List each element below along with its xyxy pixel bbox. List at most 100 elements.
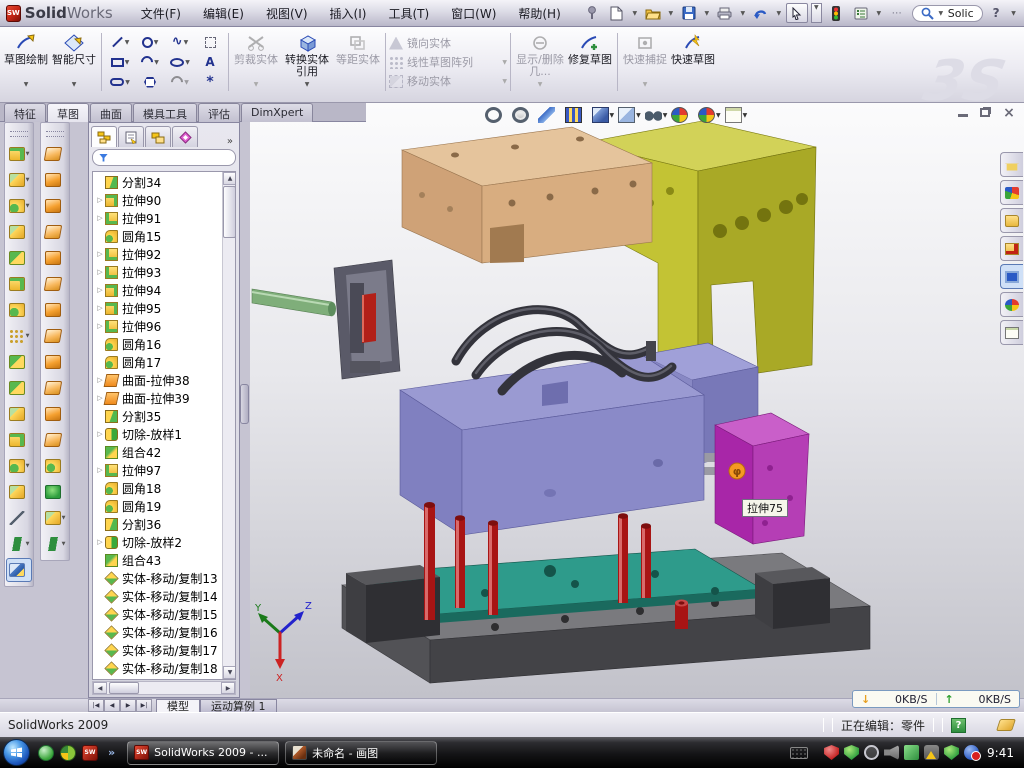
surfaces-toolbar-button[interactable]: ▼ (42, 194, 68, 218)
search-box[interactable]: ▼ Solic (912, 5, 983, 22)
select-box-tool[interactable] (195, 32, 225, 52)
expand-arrow-icon[interactable]: ▷ (95, 214, 105, 222)
feature-tree-item[interactable]: ▷ 圆角16 (93, 335, 222, 353)
surfaces-toolbar-button[interactable]: ▼ (42, 506, 68, 530)
feature-tree-item[interactable]: ▷ 实体-移动/复制16 (93, 623, 222, 641)
tab-nav-button[interactable]: ▶| (136, 699, 152, 712)
new-document-dropdown[interactable]: ▼ (631, 10, 639, 17)
tab-dimxpert-manager[interactable] (172, 126, 198, 147)
surfaces-toolbar-button[interactable]: ▼ (42, 532, 68, 556)
expand-arrow-icon[interactable]: ▷ (95, 196, 105, 204)
tab-nav-button[interactable]: ◀ (104, 699, 120, 712)
surfaces-toolbar-button[interactable]: ▼ (42, 324, 68, 348)
surfaces-toolbar-button[interactable]: ▼ (42, 220, 68, 244)
pin-toolbar-icon[interactable] (581, 3, 603, 23)
options-button[interactable] (850, 3, 872, 23)
ribbon-tab[interactable]: 草图 (47, 103, 89, 122)
messenger-icon[interactable] (38, 745, 54, 761)
tree-vertical-scrollbar[interactable]: ▲ ▼ (222, 172, 235, 679)
open-button[interactable] (642, 3, 664, 23)
feature-tree-item[interactable]: ▷ 分割34 (93, 173, 222, 191)
save-dropdown[interactable]: ▼ (703, 10, 711, 17)
scroll-down-button[interactable]: ▼ (223, 666, 236, 679)
volume-icon[interactable] (884, 745, 899, 760)
panel-overflow-button[interactable]: » (223, 136, 237, 147)
feature-tree-item[interactable]: ▷ 实体-移动/复制17 (93, 641, 222, 659)
feature-tree-item[interactable]: ▷ 拉伸97 (93, 461, 222, 479)
expand-arrow-icon[interactable]: ▷ (95, 268, 105, 276)
search-input[interactable]: Solic (948, 7, 974, 20)
headsup-button[interactable]: ▼ (671, 107, 694, 123)
traffic-light-icon[interactable] (825, 3, 847, 23)
feature-tree-item[interactable]: ▷ 实体-移动/复制18 (93, 659, 222, 677)
features-toolbar-button[interactable]: ▼ (6, 402, 32, 426)
features-toolbar-button[interactable]: ▼ (6, 480, 32, 504)
features-toolbar-button[interactable]: ▼ (6, 506, 32, 530)
feature-tree-item[interactable]: ▷ 分割35 (93, 407, 222, 425)
expand-arrow-icon[interactable]: ▷ (95, 250, 105, 258)
features-toolbar-button[interactable]: ▼ (6, 324, 32, 348)
task-pane-tab[interactable] (1000, 180, 1023, 205)
bottom-tab[interactable]: 运动算例 1 (200, 699, 277, 712)
features-toolbar-button[interactable]: ▼ (6, 350, 32, 374)
features-toolbar-button[interactable]: ▼ (6, 532, 32, 556)
rectangle-tool[interactable]: ▼ (105, 52, 135, 72)
feature-tree-item[interactable]: ▷ 切除-放样1 (93, 425, 222, 443)
feature-tree-item[interactable]: ▷ 实体-移动/复制15 (93, 605, 222, 623)
doc-minimize-button[interactable] (958, 108, 968, 117)
expand-arrow-icon[interactable]: ▷ (95, 538, 105, 546)
task-pane-tab[interactable] (1000, 264, 1023, 289)
features-toolbar-button[interactable]: ▼ (6, 428, 32, 452)
quick-tips-icon[interactable]: ? (951, 718, 966, 733)
expand-arrow-icon[interactable]: ▷ (95, 430, 105, 438)
features-toolbar-button[interactable]: ▼ (6, 376, 32, 400)
expand-arrow-icon[interactable]: ▷ (95, 304, 105, 312)
task-pane-tab[interactable] (1000, 152, 1023, 177)
sketch-text-tool[interactable]: A (195, 52, 225, 72)
surfaces-toolbar-button[interactable]: ▼ (42, 298, 68, 322)
task-pane-tab[interactable] (1000, 320, 1023, 345)
scroll-up-button[interactable]: ▲ (223, 172, 236, 185)
task-pane-tab[interactable] (1000, 292, 1023, 317)
spline-tool[interactable]: ∿▼ (165, 32, 195, 52)
tab-property-manager[interactable] (118, 126, 144, 147)
ribbon-tab[interactable]: 评估 (198, 103, 240, 122)
convert-entities-button[interactable]: 转换实体引用 ▼ (280, 30, 334, 94)
surfaces-toolbar-button[interactable]: ▼ (42, 168, 68, 192)
ribbon-tab[interactable]: 模具工具 (133, 103, 197, 122)
arc-tool[interactable]: ▼ (135, 52, 165, 72)
open-dropdown[interactable]: ▼ (667, 10, 675, 17)
network-icon[interactable] (904, 745, 919, 760)
taskbar-task-paint[interactable]: 未命名 - 画图 (285, 741, 437, 765)
start-button[interactable] (3, 739, 30, 766)
tab-nav-button[interactable]: ▶ (120, 699, 136, 712)
task-pane-tab[interactable] (1000, 236, 1023, 261)
tab-nav-button[interactable]: |◀ (88, 699, 104, 712)
doc-restore-button[interactable] (980, 108, 990, 117)
feature-tree-item[interactable]: ▷ 拉伸93 (93, 263, 222, 281)
sync-alert-icon[interactable] (964, 745, 979, 760)
taskbar-task-solidworks[interactable]: SW SolidWorks 2009 - ... (127, 741, 279, 765)
scroll-thumb[interactable] (223, 186, 236, 238)
features-toolbar-button[interactable]: ▼ (6, 454, 32, 478)
menu-item[interactable]: 窗口(W) (441, 2, 506, 25)
line-tool[interactable]: ▼ (105, 32, 135, 52)
network-warning-icon[interactable] (924, 745, 939, 760)
menu-item[interactable]: 编辑(E) (193, 2, 254, 25)
options-dropdown[interactable]: ▼ (875, 10, 883, 17)
ribbon-tab[interactable]: 曲面 (90, 103, 132, 122)
surfaces-toolbar-button[interactable]: ▼ (42, 480, 68, 504)
tab-feature-tree[interactable] (91, 126, 117, 147)
menu-item[interactable]: 工具(T) (378, 2, 439, 25)
headsup-button[interactable]: ▼ (565, 107, 588, 123)
offset-entities-button[interactable]: 等距实体 (334, 30, 382, 94)
undo-dropdown[interactable]: ▼ (775, 10, 783, 17)
headsup-button[interactable]: ▼ (618, 107, 641, 123)
circle-tool[interactable]: ▼ (135, 32, 165, 52)
scroll-left-button[interactable]: ◀ (93, 682, 107, 694)
search-scope-dropdown[interactable]: ▼ (937, 10, 945, 17)
menu-item[interactable]: 插入(I) (320, 2, 377, 25)
select-dropdown[interactable]: ▼ (811, 3, 822, 23)
ribbon-tab[interactable]: 特征 (4, 103, 46, 122)
trim-entities-button[interactable]: 剪裁实体 ▼ (232, 30, 280, 94)
